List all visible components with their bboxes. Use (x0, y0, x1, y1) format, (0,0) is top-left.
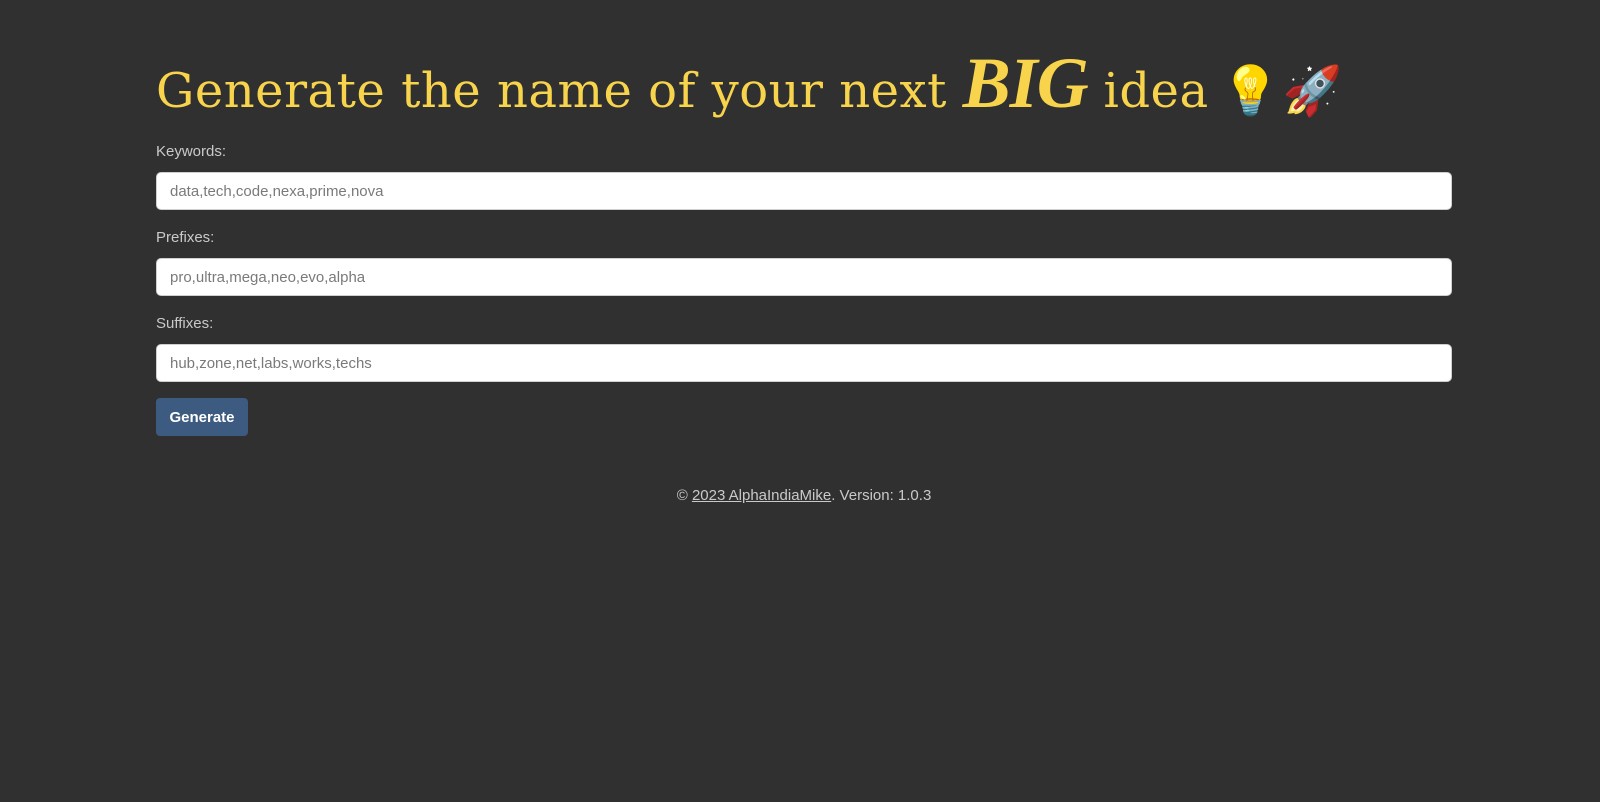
footer: © 2023 AlphaIndiaMike. Version: 1.0.3 (156, 484, 1452, 508)
prefixes-input[interactable] (156, 258, 1452, 296)
version-text: . Version: 1.0.3 (831, 487, 932, 504)
author-link[interactable]: 2023 AlphaIndiaMike (692, 487, 831, 504)
title-text-start: Generate the name of your next (156, 63, 963, 119)
page-title: Generate the name of your next BIG idea 💡… (156, 38, 1343, 140)
title-text-end: idea (1087, 63, 1209, 119)
keywords-label: Keywords: (156, 143, 227, 160)
suffixes-label: Suffixes: (156, 315, 214, 332)
suffixes-input[interactable] (156, 344, 1452, 382)
lightbulb-icon: 💡 (1220, 62, 1281, 119)
copyright-symbol: © (676, 487, 692, 504)
keywords-input[interactable] (156, 172, 1452, 210)
rocket-icon: 🚀 (1282, 62, 1344, 119)
generate-button[interactable]: Generate (156, 398, 248, 436)
title-emphasis: BIG (962, 43, 1089, 123)
prefixes-label: Prefixes: (156, 229, 215, 246)
